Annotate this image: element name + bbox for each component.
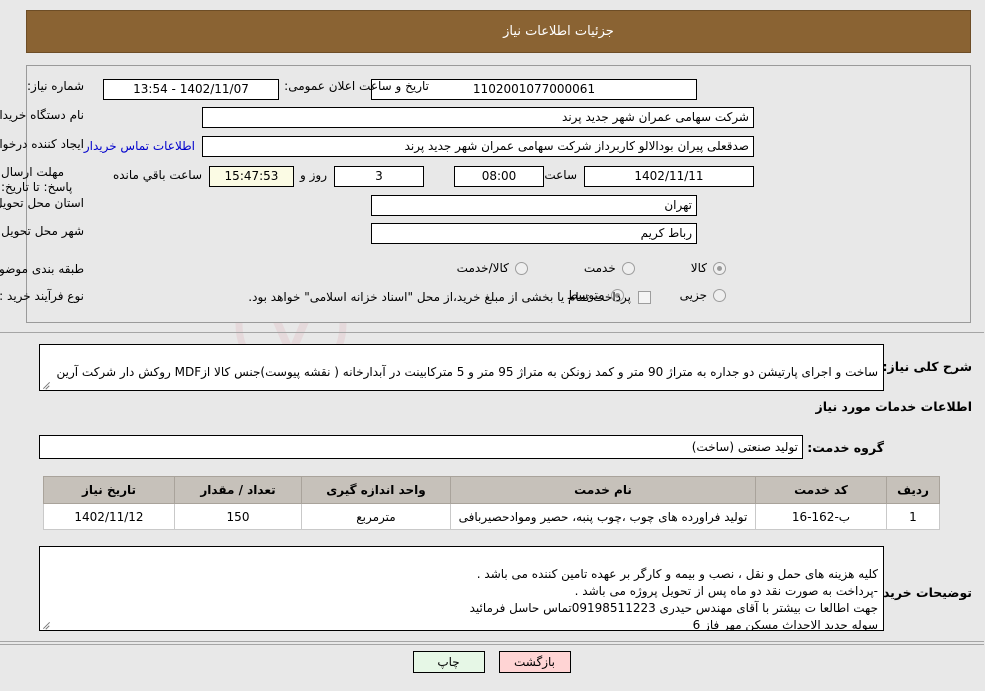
cell-quantity: 150: [175, 503, 303, 530]
radio-khedmat-icon[interactable]: [622, 261, 636, 275]
category-row: طبقه بندی موضوعی:: [0, 262, 85, 276]
process-option-jozi[interactable]: جزیی: [681, 288, 727, 302]
page-title: جزئیات اطلاعات نیاز: [504, 24, 615, 39]
category-option-khedmat[interactable]: خدمت: [585, 261, 636, 275]
col-quantity: تعداد / مقدار: [175, 476, 303, 504]
service-group-label: گروه خدمت:: [808, 440, 885, 455]
process-label: نوع فرآیند خرید :: [0, 289, 85, 303]
category-label: طبقه بندی موضوعی:: [0, 262, 85, 276]
divider-top: [0, 332, 985, 333]
province-row: استان محل تحویل:: [0, 196, 85, 210]
treasury-note-checkbox-row[interactable]: پرداخت تمام یا بخشی از مبلغ خرید،از محل …: [249, 290, 652, 304]
public-announce-label: تاریخ و ساعت اعلان عمومی:: [285, 79, 430, 93]
print-button[interactable]: چاپ: [413, 651, 486, 673]
buyer-org-field[interactable]: شرکت سهامی عمران شهر جدید پرند: [203, 107, 755, 128]
cell-service-code: ب-162-16: [756, 503, 888, 530]
category-option-kala-label: کالا: [691, 261, 708, 275]
col-unit: واحد اندازه گیری: [302, 476, 452, 504]
process-option-jozi-label: جزیی: [680, 288, 708, 302]
treasury-note-label: پرداخت تمام یا بخشی از مبلغ خرید،از محل …: [249, 290, 632, 304]
hour-label: ساعت: [545, 168, 578, 182]
table-row: 1 ب-162-16 تولید فراورده های چوب ،چوب پن…: [44, 503, 941, 530]
radio-kala-icon[interactable]: [714, 261, 727, 275]
description-text: ساخت و اجرای پارتیشن دو جداره به متراژ 9…: [57, 365, 880, 379]
city-label: شهر محل تحویل:: [0, 224, 85, 238]
province-field[interactable]: تهران: [372, 195, 698, 216]
treasury-checkbox-icon[interactable]: [639, 290, 652, 304]
buyer-notes-textarea[interactable]: کلیه هزینه های حمل و نقل ، نصب و بیمه و …: [40, 546, 885, 631]
buyer-contact-link[interactable]: اطلاعات تماس خریدار: [85, 139, 196, 153]
page-root: جزئیات اطلاعات نیاز شماره نیاز: 11020010…: [0, 0, 985, 691]
requester-row: ایجاد کننده درخواست:: [0, 137, 85, 151]
page-header: جزئیات اطلاعات نیاز: [27, 10, 972, 53]
buyer-notes-text: کلیه هزینه های حمل و نقل ، نصب و بیمه و …: [470, 567, 879, 631]
table-header-row: ردیف کد خدمت نام خدمت واحد اندازه گیری ت…: [44, 476, 941, 504]
days-and-label: روز و: [301, 168, 328, 182]
process-row: نوع فرآیند خرید :: [0, 289, 85, 303]
deadline-label: مهلت ارسال پاسخ: تا تاریخ:: [2, 165, 74, 194]
col-service-name: نام خدمت: [451, 476, 757, 504]
public-announce-row: تاریخ و ساعت اعلان عمومی:: [285, 79, 430, 93]
services-section-title: اطلاعات خدمات مورد نیاز: [816, 399, 974, 414]
service-group-field[interactable]: تولید صنعتی (ساخت): [40, 435, 804, 459]
footer-toolbar: بازگشت چاپ: [0, 645, 985, 691]
category-option-kala-khedmat-label: کالا/خدمت: [457, 261, 510, 275]
divider-bottom: [0, 641, 985, 642]
col-need-date: تاریخ نیاز: [44, 476, 176, 504]
buyer-org-label: نام دستگاه خریدار:: [0, 108, 85, 122]
deadline-time-field[interactable]: 08:00: [455, 166, 545, 187]
deadline-row: مهلت ارسال پاسخ: تا تاریخ:: [2, 165, 85, 195]
hours-remaining-label: ساعت باقي مانده: [113, 168, 203, 182]
buyer-org-row: نام دستگاه خریدار:: [0, 108, 85, 122]
city-field[interactable]: رباط کریم: [372, 223, 698, 244]
cell-row-no: 1: [887, 503, 941, 530]
province-label: استان محل تحویل:: [0, 196, 85, 210]
radio-kala-khedmat-icon[interactable]: [515, 261, 529, 275]
description-textarea[interactable]: ساخت و اجرای پارتیشن دو جداره به متراژ 9…: [40, 344, 885, 391]
col-service-code: کد خدمت: [756, 476, 888, 504]
description-label: شرح کلی نیاز:: [883, 359, 973, 374]
requester-label: ایجاد کننده درخواست:: [0, 137, 85, 151]
category-option-kala-khedmat[interactable]: کالا/خدمت: [458, 261, 529, 275]
cell-unit: مترمربع: [302, 503, 452, 530]
col-row-no: ردیف: [887, 476, 941, 504]
back-button[interactable]: بازگشت: [499, 651, 572, 673]
need-number-row: شماره نیاز:: [28, 79, 85, 93]
buyer-notes-resize-grip-icon[interactable]: [43, 619, 53, 629]
requester-field[interactable]: صدقعلی پیران بودالالو کاربرداز شرکت سهام…: [203, 136, 755, 157]
cell-need-date: 1402/11/12: [44, 503, 176, 530]
category-radio-group: کالا خدمت کالا/خدمت: [182, 261, 727, 275]
radio-jozi-icon[interactable]: [714, 288, 727, 302]
resize-grip-icon[interactable]: [43, 379, 53, 389]
category-option-khedmat-label: خدمت: [584, 261, 617, 275]
public-announce-field[interactable]: 1402/11/07 - 13:54: [104, 79, 280, 100]
services-table: ردیف کد خدمت نام خدمت واحد اندازه گیری ت…: [44, 476, 941, 530]
deadline-date-field[interactable]: 1402/11/11: [585, 166, 755, 187]
time-remaining-field[interactable]: 15:47:53: [210, 166, 295, 187]
cell-service-name: تولید فراورده های چوب ،چوب پنبه، حصیر وم…: [451, 503, 757, 530]
need-info-panel: [27, 65, 972, 323]
days-remaining-field[interactable]: 3: [335, 166, 425, 187]
need-number-label: شماره نیاز:: [28, 79, 85, 93]
city-row: شهر محل تحویل:: [0, 224, 85, 238]
category-option-kala[interactable]: کالا: [692, 261, 727, 275]
